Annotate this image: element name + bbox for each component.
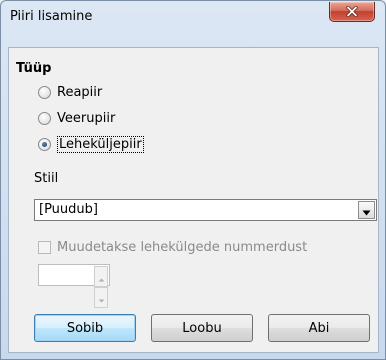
style-select[interactable]: [Puudub] <box>34 199 377 221</box>
style-label: Stiil <box>34 171 59 186</box>
type-section-label: Tüüp <box>16 61 52 76</box>
dialog-window: Piiri lisamine Tüüp Reapiir Veerupiir Le… <box>0 0 386 360</box>
chevron-up-icon <box>98 267 105 286</box>
cancel-button[interactable]: Loobu <box>151 314 253 342</box>
radio-column-break[interactable]: Veerupiir <box>38 109 115 127</box>
change-page-numbering-checkbox-row[interactable]: Muudetakse lehekülgede nummerdust <box>38 238 307 256</box>
page-number-spinbox[interactable] <box>38 264 110 308</box>
dialog-content: Tüüp Reapiir Veerupiir Leheküljepiir Sti… <box>8 47 379 353</box>
radio-column-break-button[interactable] <box>38 111 51 125</box>
chevron-down-icon <box>98 288 105 307</box>
spin-down-button[interactable] <box>94 287 108 308</box>
help-button[interactable]: Abi <box>268 314 370 342</box>
radio-page-break-button[interactable] <box>38 137 51 151</box>
radio-page-break-label: Leheküljepiir <box>57 135 144 153</box>
radio-column-break-label: Veerupiir <box>57 110 116 126</box>
style-select-value: [Puudub] <box>39 202 98 217</box>
ok-button[interactable]: Sobib <box>34 314 136 342</box>
change-page-numbering-label: Muudetakse lehekülgede nummerdust <box>57 239 308 255</box>
change-page-numbering-checkbox[interactable] <box>38 240 51 254</box>
chevron-down-icon <box>362 201 371 220</box>
window-title: Piiri lisamine <box>10 9 93 24</box>
close-icon <box>346 6 358 17</box>
radio-row-break-label: Reapiir <box>57 84 103 100</box>
radio-row-break[interactable]: Reapiir <box>38 83 102 101</box>
radio-page-break[interactable]: Leheküljepiir <box>38 135 144 153</box>
page-number-spin-buttons <box>94 266 108 308</box>
radio-row-break-button[interactable] <box>38 85 51 99</box>
spin-up-button[interactable] <box>94 266 108 287</box>
close-button[interactable] <box>329 2 375 22</box>
style-select-dropdown-button[interactable] <box>358 201 375 219</box>
title-bar: Piiri lisamine <box>1 1 385 47</box>
